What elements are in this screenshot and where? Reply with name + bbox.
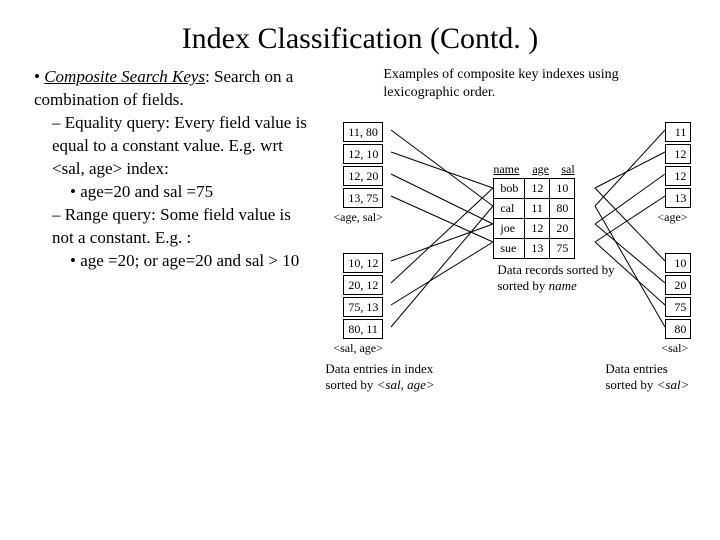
term-composite-keys: Composite Search Keys: [44, 67, 205, 86]
table-row: joe1220: [494, 219, 575, 239]
table-row: cal1180: [494, 199, 575, 219]
salage-cell: 20, 12: [343, 275, 383, 295]
table-caption-prefix: sorted by: [497, 278, 548, 293]
sal-cell: 10: [665, 253, 691, 273]
age-cell: 12: [665, 144, 691, 164]
foot-right-2a: sorted by: [605, 377, 656, 392]
diagram-caption: Examples of composite key indexes using …: [383, 66, 683, 102]
age-cell: 11: [665, 122, 691, 142]
age-label: <age>: [657, 210, 687, 225]
sal-cell: 20: [665, 275, 691, 295]
range-def: Range query: Some field value is not a c…: [34, 204, 315, 250]
age-cell: 12: [665, 166, 691, 186]
bullet-text: Composite Search Keys: Search on a combi…: [18, 66, 325, 486]
sal-cell: 75: [665, 297, 691, 317]
th-age: age: [532, 162, 558, 177]
th-sal: sal: [561, 162, 574, 176]
age-cell: 13: [665, 188, 691, 208]
sal-cell: 80: [665, 319, 691, 339]
foot-left-2b: <sal, age>: [377, 377, 435, 392]
foot-right-2b: <sal>: [657, 377, 690, 392]
equality-example: age=20 and sal =75: [34, 181, 315, 204]
foot-right-1: Data entries: [605, 361, 667, 376]
table-caption-italic: name: [549, 278, 577, 293]
sal-label: <sal>: [661, 341, 688, 356]
table-row: sue1375: [494, 239, 575, 259]
foot-left-1: Data entries in index: [325, 361, 433, 376]
agesal-cell: 11, 80: [343, 122, 383, 142]
th-name: name: [493, 162, 529, 177]
table-caption: Data records sorted by: [497, 262, 614, 277]
diagram-area: Examples of composite key indexes using …: [325, 66, 702, 486]
table-row: bob1210: [494, 179, 575, 199]
data-table: bob1210 cal1180 joe1220 sue1375: [493, 178, 575, 259]
agesal-label: <age, sal>: [333, 210, 383, 225]
salage-cell: 80, 11: [343, 319, 383, 339]
agesal-cell: 13, 75: [343, 188, 383, 208]
agesal-cell: 12, 10: [343, 144, 383, 164]
content-area: Composite Search Keys: Search on a combi…: [0, 66, 720, 486]
foot-left-2a: sorted by: [325, 377, 376, 392]
range-example: age =20; or age=20 and sal > 10: [34, 250, 315, 273]
salage-cell: 10, 12: [343, 253, 383, 273]
page-title: Index Classification (Contd. ): [0, 0, 720, 66]
equality-def: Equality query: Every field value is equ…: [34, 112, 315, 181]
salage-cell: 75, 13: [343, 297, 383, 317]
agesal-cell: 12, 20: [343, 166, 383, 186]
salage-label: <sal, age>: [333, 341, 383, 356]
